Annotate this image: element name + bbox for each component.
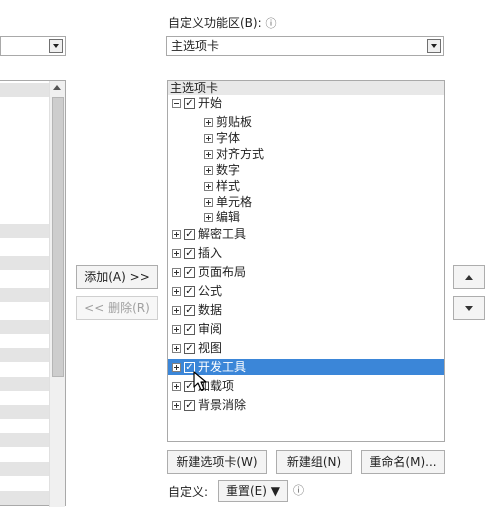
checkbox[interactable]: ✓ <box>184 324 195 335</box>
reset-label: 重置(E) ▼ <box>226 484 280 498</box>
move-down-button[interactable] <box>453 296 485 320</box>
tree-item[interactable]: ✓ 开发工具 <box>168 359 444 375</box>
tree-item-label: 数据 <box>198 303 223 317</box>
triangle-down-icon <box>465 306 473 311</box>
expand-icon[interactable] <box>204 213 213 222</box>
expand-icon[interactable] <box>204 118 213 127</box>
expand-icon[interactable] <box>172 344 181 353</box>
tree-item[interactable]: 字体 <box>204 130 240 146</box>
new-tab-button[interactable]: 新建选项卡(W) <box>167 450 267 474</box>
tree-header: 主选项卡 <box>168 81 444 95</box>
tree-item-label: 解密工具 <box>198 227 247 241</box>
tree-item-label: 剪贴板 <box>216 115 253 129</box>
tree-item[interactable]: ✓ 页面布局 <box>172 264 246 280</box>
add-button[interactable]: 添加(A) >> <box>76 265 158 289</box>
expand-icon[interactable] <box>204 166 213 175</box>
tree-item[interactable]: 对齐方式 <box>204 146 264 162</box>
tree-item-label: 样式 <box>216 179 241 193</box>
tree-item-label: 编辑 <box>216 210 241 224</box>
move-up-button[interactable] <box>453 265 485 289</box>
tree-item-label: 视图 <box>198 341 223 355</box>
expand-icon[interactable] <box>204 198 213 207</box>
tree-item[interactable]: 单元格 <box>204 194 252 210</box>
rename-label: 重命名(M)... <box>369 455 437 469</box>
tree-header-label: 主选项卡 <box>170 81 219 95</box>
tree-item[interactable]: ✓ 插入 <box>172 245 222 261</box>
commands-list[interactable] <box>0 80 66 507</box>
checkbox[interactable]: ✓ <box>184 286 195 297</box>
ribbon-tabs-combo[interactable]: 主选项卡 <box>166 36 444 56</box>
customize-ribbon-text: 自定义功能区(B): <box>168 16 262 30</box>
expand-icon[interactable] <box>204 182 213 191</box>
tree-item[interactable]: ✓ 解密工具 <box>172 226 246 242</box>
expand-icon[interactable] <box>204 134 213 143</box>
commands-scrollbar[interactable] <box>49 81 65 507</box>
expand-icon[interactable] <box>204 150 213 159</box>
checkbox[interactable]: ✓ <box>184 229 195 240</box>
tree-item-label: 公式 <box>198 284 223 298</box>
chevron-down-icon[interactable] <box>427 39 441 53</box>
remove-button[interactable]: << 删除(R) <box>76 296 158 320</box>
tree-item-label: 审阅 <box>198 322 223 336</box>
rename-button[interactable]: 重命名(M)... <box>361 450 445 474</box>
tree-item[interactable]: 样式 <box>204 178 240 194</box>
new-group-label: 新建组(N) <box>286 455 342 469</box>
checkbox[interactable]: ✓ <box>184 267 195 278</box>
expand-icon[interactable] <box>172 268 181 277</box>
info-icon: ⓘ <box>265 17 277 30</box>
cursor-icon <box>193 371 207 391</box>
tree-item-label: 数字 <box>216 163 241 177</box>
new-group-button[interactable]: 新建组(N) <box>276 450 352 474</box>
tree-item[interactable]: ✓ 数据 <box>172 302 222 318</box>
tree-item-label: 对齐方式 <box>216 147 265 161</box>
collapse-icon[interactable] <box>172 99 181 108</box>
customize-ribbon-label: 自定义功能区(B): ⓘ <box>168 14 276 32</box>
tree-item[interactable]: ✓ 审阅 <box>172 321 222 337</box>
tree-item-label: 插入 <box>198 246 223 260</box>
reset-button[interactable]: 重置(E) ▼ <box>218 480 288 502</box>
commands-combo[interactable] <box>0 36 66 56</box>
checkbox[interactable]: ✓ <box>184 248 195 259</box>
triangle-up-icon <box>465 275 473 280</box>
customize-label: 自定义: <box>168 483 208 501</box>
expand-icon[interactable] <box>172 230 181 239</box>
checkbox[interactable]: ✓ <box>184 305 195 316</box>
checkbox[interactable]: ✓ <box>184 343 195 354</box>
customize-info-glyph: ⓘ <box>293 484 304 497</box>
expand-icon[interactable] <box>172 363 181 372</box>
tree-item[interactable]: ✓ 背景消除 <box>172 397 246 413</box>
chevron-down-icon[interactable] <box>49 39 63 53</box>
expand-icon[interactable] <box>172 325 181 334</box>
tree-item-label: 字体 <box>216 131 241 145</box>
tree-item-label: 背景消除 <box>198 398 247 412</box>
info-icon: ⓘ <box>293 483 304 499</box>
customize-label-text: 自定义: <box>168 485 209 499</box>
remove-button-label: << 删除(R) <box>84 301 150 315</box>
checkbox[interactable]: ✓ <box>184 400 195 411</box>
expand-icon[interactable] <box>172 401 181 410</box>
tree-item-label: 单元格 <box>216 195 253 209</box>
tree-item[interactable]: ✓ 视图 <box>172 340 222 356</box>
expand-icon[interactable] <box>172 382 181 391</box>
tree-item[interactable]: 剪贴板 <box>204 114 252 130</box>
scrollbar-thumb[interactable] <box>52 97 64 377</box>
tree-item[interactable]: ✓ 开始 <box>172 95 222 111</box>
ribbon-tabs-combo-value: 主选项卡 <box>171 39 220 53</box>
tree-item[interactable]: 编辑 <box>204 209 240 225</box>
add-button-label: 添加(A) >> <box>84 270 150 284</box>
tree-item[interactable]: 数字 <box>204 162 240 178</box>
new-tab-label: 新建选项卡(W) <box>176 455 258 469</box>
expand-icon[interactable] <box>172 249 181 258</box>
tree-item-label: 页面布局 <box>198 265 247 279</box>
tree-item[interactable]: ✓ 公式 <box>172 283 222 299</box>
checkbox[interactable]: ✓ <box>184 98 195 109</box>
tree-item-label: 开始 <box>198 96 223 110</box>
expand-icon[interactable] <box>172 287 181 296</box>
expand-icon[interactable] <box>172 306 181 315</box>
scroll-up-icon[interactable] <box>53 85 61 90</box>
